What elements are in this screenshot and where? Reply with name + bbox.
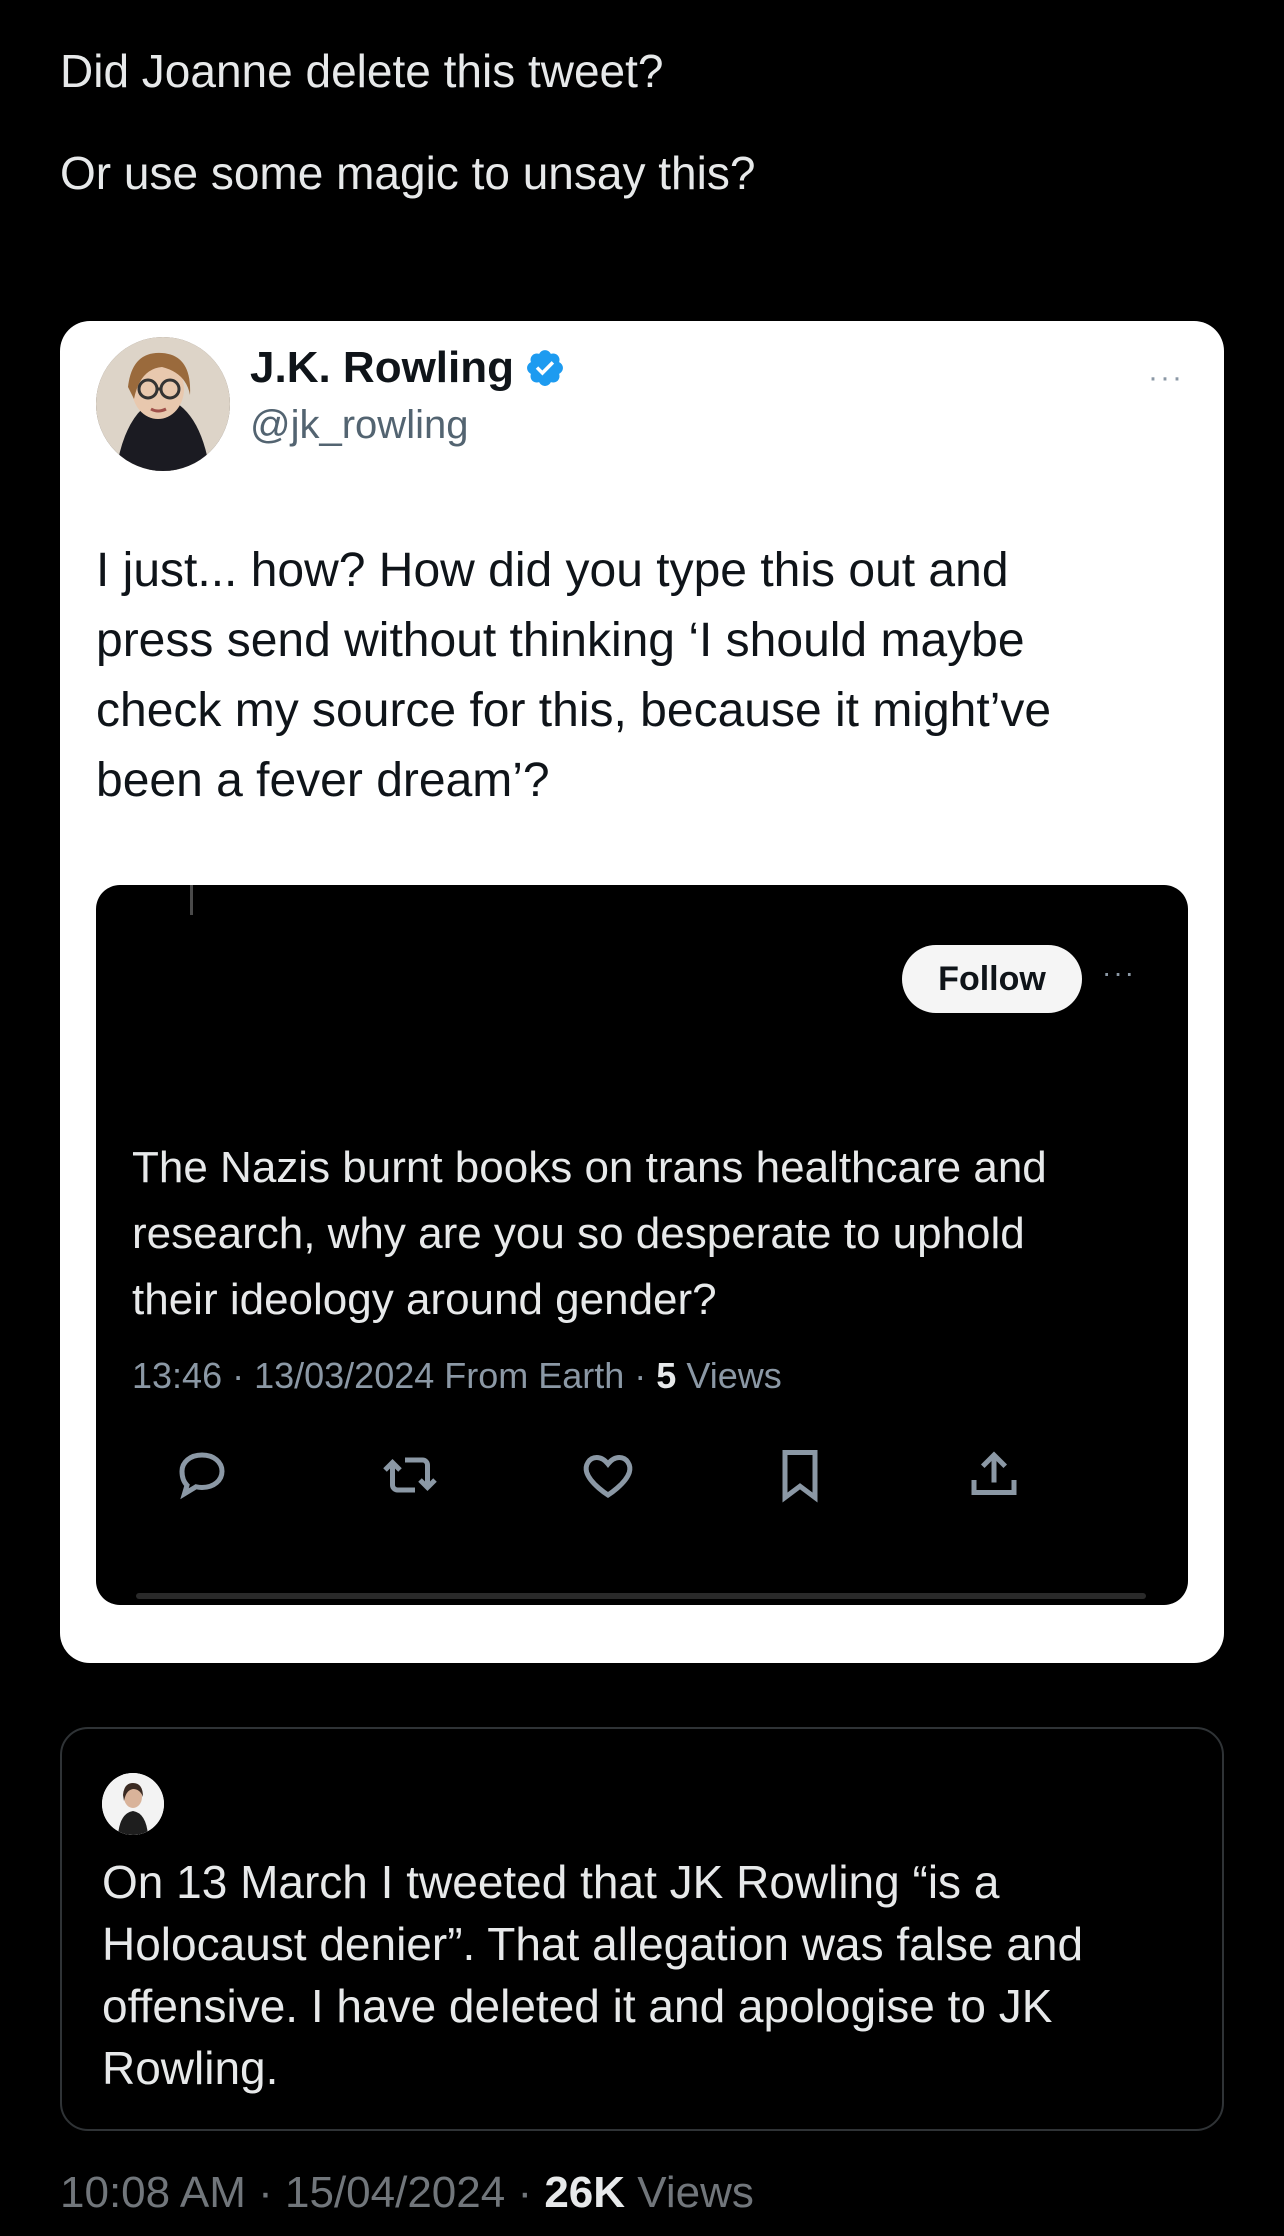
views-count: 5 — [656, 1355, 677, 1396]
author-name[interactable]: J.K. Rowling — [250, 343, 514, 393]
body-line: I just... how? How did you type this out… — [96, 544, 1009, 597]
post-text: Did Joanne delete this tweet? Or use som… — [60, 40, 1220, 204]
body-line: On 13 March I tweeted that JK Rowling “i… — [102, 1856, 1000, 1908]
body-line: been a fever dream’? — [96, 754, 550, 807]
body-line: Holocaust denier”. That allegation was f… — [102, 1918, 1084, 1970]
tweet-screenshot: Did Joanne delete this tweet? Or use som… — [0, 0, 1284, 2236]
bookmark-icon[interactable] — [770, 1445, 830, 1505]
body-line: press send without thinking ‘I should ma… — [96, 614, 1025, 667]
quoted-tweet-body: I just... how? How did you type this out… — [96, 536, 1176, 816]
more-options-icon[interactable]: ··· — [1102, 957, 1136, 989]
author-avatar[interactable] — [96, 337, 230, 471]
post-meta: 10:08 AM · 15/04/2024 · 26K Views — [60, 2168, 754, 2218]
embedded-tweet-image[interactable]: Follow ··· The Nazis burnt books on tran… — [96, 885, 1188, 1605]
quoted-apology-tweet[interactable]: On 13 March I tweeted that JK Rowling “i… — [60, 1727, 1224, 2131]
views-count: 26K — [544, 2168, 626, 2217]
embedded-tweet-meta: 13:46 · 13/03/2024 From Earth · 5 Views — [132, 1355, 782, 1397]
body-line: offensive. I have deleted it and apologi… — [102, 1980, 1053, 2032]
post-line: Or use some magic to unsay this? — [60, 147, 756, 199]
body-line: research, why are you so desperate to up… — [132, 1209, 1025, 1258]
body-line: check my source for this, because it mig… — [96, 684, 1052, 737]
body-line: their ideology around gender? — [132, 1275, 717, 1324]
views-label: Views — [625, 2168, 754, 2217]
divider — [136, 1593, 1146, 1599]
action-bar — [96, 1445, 1188, 1525]
avatar[interactable] — [102, 1773, 164, 1835]
author-name-row: J.K. Rowling — [250, 343, 566, 393]
apology-text: On 13 March I tweeted that JK Rowling “i… — [102, 1851, 1192, 2099]
reply-icon[interactable] — [172, 1445, 232, 1505]
body-line: Rowling. — [102, 2042, 279, 2094]
retweet-icon[interactable] — [380, 1445, 440, 1505]
like-icon[interactable] — [578, 1445, 638, 1505]
quoted-tweet-card[interactable]: J.K. Rowling @jk_rowling ··· I just... h… — [60, 321, 1224, 1663]
follow-button[interactable]: Follow — [902, 945, 1082, 1013]
verified-badge-icon — [527, 350, 563, 386]
post-line: Did Joanne delete this tweet? — [60, 45, 664, 97]
embedded-tweet-body: The Nazis burnt books on trans healthcar… — [132, 1135, 1162, 1333]
views-label: Views — [676, 1355, 782, 1396]
body-line: The Nazis burnt books on trans healthcar… — [132, 1143, 1047, 1192]
timestamp: 13:46 · 13/03/2024 From Earth · — [132, 1355, 657, 1396]
timestamp[interactable]: 10:08 AM · 15/04/2024 · — [60, 2168, 544, 2217]
divider — [190, 885, 193, 915]
more-options-icon[interactable]: ··· — [1148, 361, 1184, 395]
author-handle[interactable]: @jk_rowling — [250, 403, 468, 448]
share-icon[interactable] — [964, 1445, 1024, 1505]
portrait-image — [96, 337, 230, 471]
